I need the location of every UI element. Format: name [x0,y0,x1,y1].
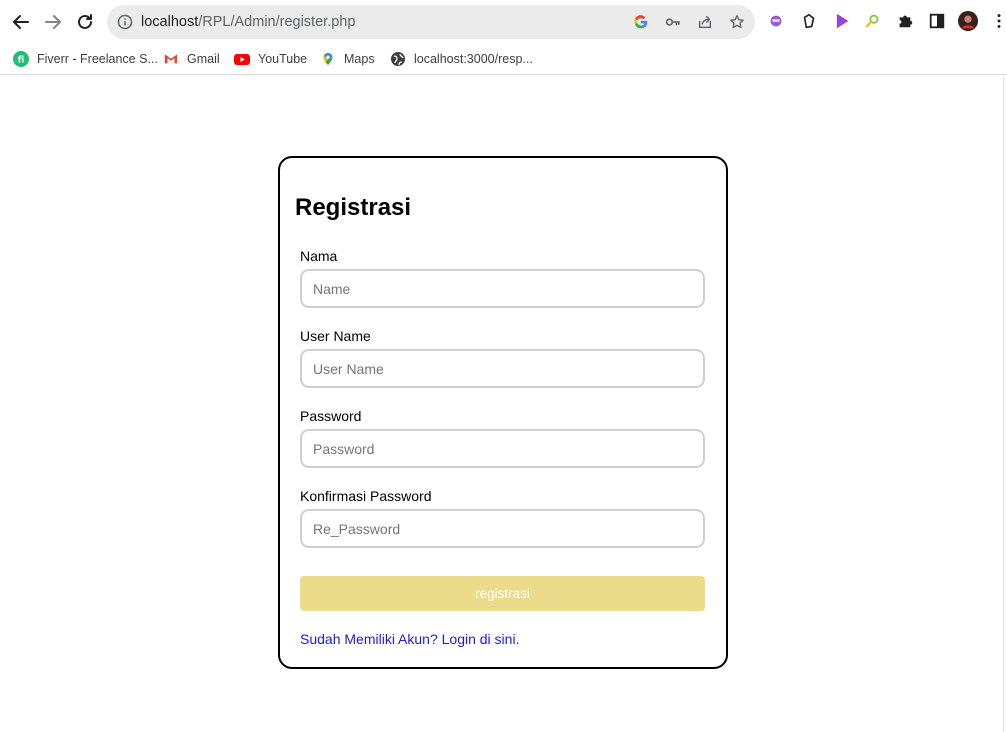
bookmark-maps[interactable]: Maps [320,49,375,69]
share-icon[interactable] [696,13,714,31]
bookmark-label: Fiverr - Freelance S... [37,52,158,66]
extension-purple-icon[interactable] [766,11,786,31]
fiverr-icon: fi [13,51,29,67]
extension-search-icon[interactable] [863,11,883,31]
scrollbar-edge [1003,75,1004,732]
login-link[interactable]: Sudah Memiliki Akun? Login di sini. [300,631,519,647]
side-panel-icon[interactable] [927,11,947,31]
bookmark-star-icon[interactable] [728,13,746,31]
password-label: Password [300,408,362,424]
profile-avatar[interactable] [958,11,978,31]
confirm-password-label: Konfirmasi Password [300,488,432,504]
youtube-icon [234,51,250,67]
password-input[interactable] [300,429,705,468]
globe-icon [390,51,406,67]
bookmark-label: YouTube [258,52,308,66]
svg-text:fi: fi [18,56,25,66]
menu-kebab-icon[interactable] [993,11,1005,31]
google-lens-icon[interactable] [632,13,650,31]
address-bar[interactable]: localhost/RPL/Admin/register.php [107,5,755,39]
site-info-icon[interactable] [117,14,133,30]
back-icon[interactable] [9,10,33,34]
url-path: /RPL/Admin/register.php [198,14,356,30]
url-text[interactable]: localhost/RPL/Admin/register.php [141,14,355,30]
bookmark-label: Gmail [187,52,220,66]
confirm-password-input[interactable] [300,509,705,548]
bookmark-label: Maps [344,52,375,66]
gmail-icon [163,51,179,67]
bookmark-youtube[interactable]: YouTube [234,49,307,69]
browser-toolbar: localhost/RPL/Admin/register.php [0,0,1007,44]
bookmark-label: localhost:3000/resp... [414,52,533,66]
key-icon[interactable] [664,13,682,31]
bookmarks-bar: fi Fiverr - Freelance S... Gmail YouTube… [0,44,1007,75]
url-host: localhost [141,14,199,30]
username-input[interactable] [300,349,705,388]
extension-play-icon[interactable] [832,11,852,31]
extensions-puzzle-icon[interactable] [895,11,915,31]
reload-icon[interactable] [73,10,97,34]
forward-icon[interactable] [41,10,65,34]
form-title: Registrasi [295,194,412,221]
register-card: Registrasi Nama User Name Password Konfi… [278,156,728,669]
maps-icon [320,51,336,67]
bookmark-fiverr[interactable]: fi Fiverr - Freelance S... [13,49,158,69]
bookmark-gmail[interactable]: Gmail [163,49,220,69]
registrasi-button[interactable]: registrasi [300,576,705,611]
extension-hand-icon[interactable] [799,11,819,31]
username-label: User Name [300,328,371,344]
bookmark-localhost[interactable]: localhost:3000/resp... [390,49,533,69]
nama-label: Nama [300,248,338,264]
nama-input[interactable] [300,269,705,308]
